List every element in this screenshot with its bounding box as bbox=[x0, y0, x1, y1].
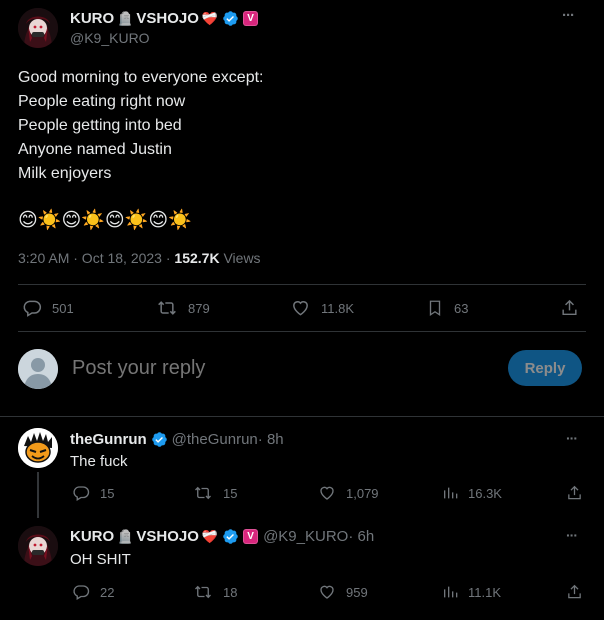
vshojo-badge-icon[interactable]: V bbox=[243, 529, 259, 544]
analytics-icon bbox=[442, 484, 458, 502]
reply-time[interactable]: · 6h bbox=[348, 528, 374, 545]
share-action[interactable] bbox=[566, 583, 593, 601]
reply-action[interactable]: 22 bbox=[72, 583, 114, 601]
verified-badge-icon[interactable] bbox=[222, 528, 239, 545]
tweet-line: People getting into bed bbox=[18, 117, 182, 134]
reply-input[interactable] bbox=[72, 353, 472, 383]
vshojo-badge-icon[interactable]: V bbox=[243, 10, 259, 26]
retweet-action[interactable]: 879 bbox=[156, 298, 210, 318]
retweet-action[interactable]: 15 bbox=[193, 484, 237, 502]
views-label: Views bbox=[219, 250, 261, 266]
bookmark-action[interactable]: 63 bbox=[426, 298, 468, 318]
retweet-count: 18 bbox=[223, 584, 238, 600]
heart-icon bbox=[290, 298, 311, 318]
verified-badge-icon[interactable] bbox=[222, 10, 239, 27]
more-options-icon[interactable]: ··· bbox=[566, 430, 578, 446]
reply-display-name[interactable]: theGunrun bbox=[70, 431, 147, 448]
reply-count: 15 bbox=[100, 485, 115, 501]
author-handle[interactable]: @K9_KURO bbox=[70, 30, 150, 46]
share-icon bbox=[560, 298, 579, 318]
retweet-icon bbox=[193, 484, 213, 502]
author-name-suffix[interactable]: VSHOJO bbox=[136, 10, 199, 27]
reply-button[interactable]: Reply bbox=[508, 350, 582, 386]
headstone-emoji: 🪦 bbox=[117, 529, 134, 544]
reply-text: OH SHIT bbox=[70, 551, 131, 568]
share-icon bbox=[566, 583, 583, 601]
tweet-line: Milk enjoyers bbox=[18, 165, 112, 182]
heart-emoji: ❤️‍🩹 bbox=[201, 10, 219, 26]
views-count: 16.3K bbox=[468, 485, 502, 501]
analytics-icon bbox=[442, 583, 458, 601]
share-action[interactable] bbox=[560, 298, 589, 318]
reply-handle[interactable]: @theGunrun bbox=[172, 431, 258, 448]
tweet-line: People eating right now bbox=[18, 93, 186, 110]
reply-time[interactable]: · 8h bbox=[258, 431, 284, 448]
retweet-count: 879 bbox=[188, 300, 210, 316]
more-options-icon[interactable]: ··· bbox=[562, 7, 575, 24]
headstone-emoji: 🪦 bbox=[117, 10, 134, 26]
share-action[interactable] bbox=[566, 484, 593, 502]
reply-count: 501 bbox=[52, 300, 74, 316]
heart-emoji: ❤️‍🩹 bbox=[201, 529, 219, 544]
views-count: 152.7K bbox=[174, 250, 220, 266]
reply-avatar[interactable] bbox=[18, 428, 58, 468]
tweet-meta: 3:20 AM · Oct 18, 2023 · 152.7K Views bbox=[18, 250, 261, 266]
reply-handle[interactable]: @K9_KURO bbox=[263, 528, 348, 545]
heart-icon bbox=[318, 484, 336, 502]
tweet-line: Good morning to everyone except: bbox=[18, 69, 264, 86]
bookmark-count: 63 bbox=[454, 300, 469, 316]
tweet-line: Anyone named Justin bbox=[18, 141, 172, 158]
my-avatar[interactable] bbox=[18, 349, 58, 389]
more-options-icon[interactable]: ··· bbox=[566, 527, 578, 543]
tweet-timestamp[interactable]: 3:20 AM · Oct 18, 2023 · bbox=[18, 250, 174, 266]
like-action[interactable]: 1,079 bbox=[318, 484, 379, 502]
reply-name-row[interactable]: theGunrun @theGunrun · 8h bbox=[70, 431, 284, 448]
views-action[interactable]: 16.3K bbox=[442, 484, 502, 502]
like-action[interactable]: 959 bbox=[318, 583, 368, 601]
reply-action[interactable]: 15 bbox=[72, 484, 114, 502]
reply-avatar[interactable] bbox=[18, 526, 58, 566]
heart-icon bbox=[318, 583, 336, 601]
retweet-action[interactable]: 18 bbox=[193, 583, 237, 601]
views-action[interactable]: 11.1K bbox=[442, 583, 501, 601]
reply-icon bbox=[72, 583, 90, 601]
retweet-icon bbox=[156, 298, 178, 318]
like-count: 1,079 bbox=[346, 485, 379, 501]
divider bbox=[18, 284, 586, 285]
section-divider bbox=[0, 416, 604, 417]
reply-text: The fuck bbox=[70, 453, 128, 470]
share-icon bbox=[566, 484, 583, 502]
like-action[interactable]: 11.8K bbox=[290, 298, 354, 318]
like-count: 11.8K bbox=[321, 300, 355, 316]
verified-badge-icon[interactable] bbox=[151, 431, 168, 448]
author-display-name[interactable]: KURO bbox=[70, 10, 114, 27]
divider bbox=[18, 331, 586, 332]
author-name-row[interactable]: KURO 🪦 VSHOJO ❤️‍🩹 V bbox=[70, 9, 259, 27]
like-count: 959 bbox=[346, 584, 368, 600]
author-avatar[interactable] bbox=[18, 8, 58, 48]
bookmark-icon bbox=[426, 298, 444, 318]
reply-count: 22 bbox=[100, 584, 115, 600]
views-count: 11.1K bbox=[468, 584, 502, 600]
reply-icon bbox=[22, 298, 42, 318]
retweet-icon bbox=[193, 583, 213, 601]
retweet-count: 15 bbox=[223, 485, 238, 501]
thread-line bbox=[37, 472, 39, 518]
reply-icon bbox=[72, 484, 90, 502]
reply-display-name[interactable]: KURO bbox=[70, 528, 114, 545]
reply-action[interactable]: 501 bbox=[22, 298, 74, 318]
tweet-text: Good morning to everyone except: People … bbox=[18, 66, 263, 186]
emoji-row: 😊☀️😊☀️😊☀️😊☀️ bbox=[18, 210, 192, 231]
reply-name-row[interactable]: KURO 🪦 VSHOJO ❤️‍🩹 V @K9_KURO · 6h bbox=[70, 528, 374, 545]
reply-name-suffix[interactable]: VSHOJO bbox=[136, 528, 199, 545]
